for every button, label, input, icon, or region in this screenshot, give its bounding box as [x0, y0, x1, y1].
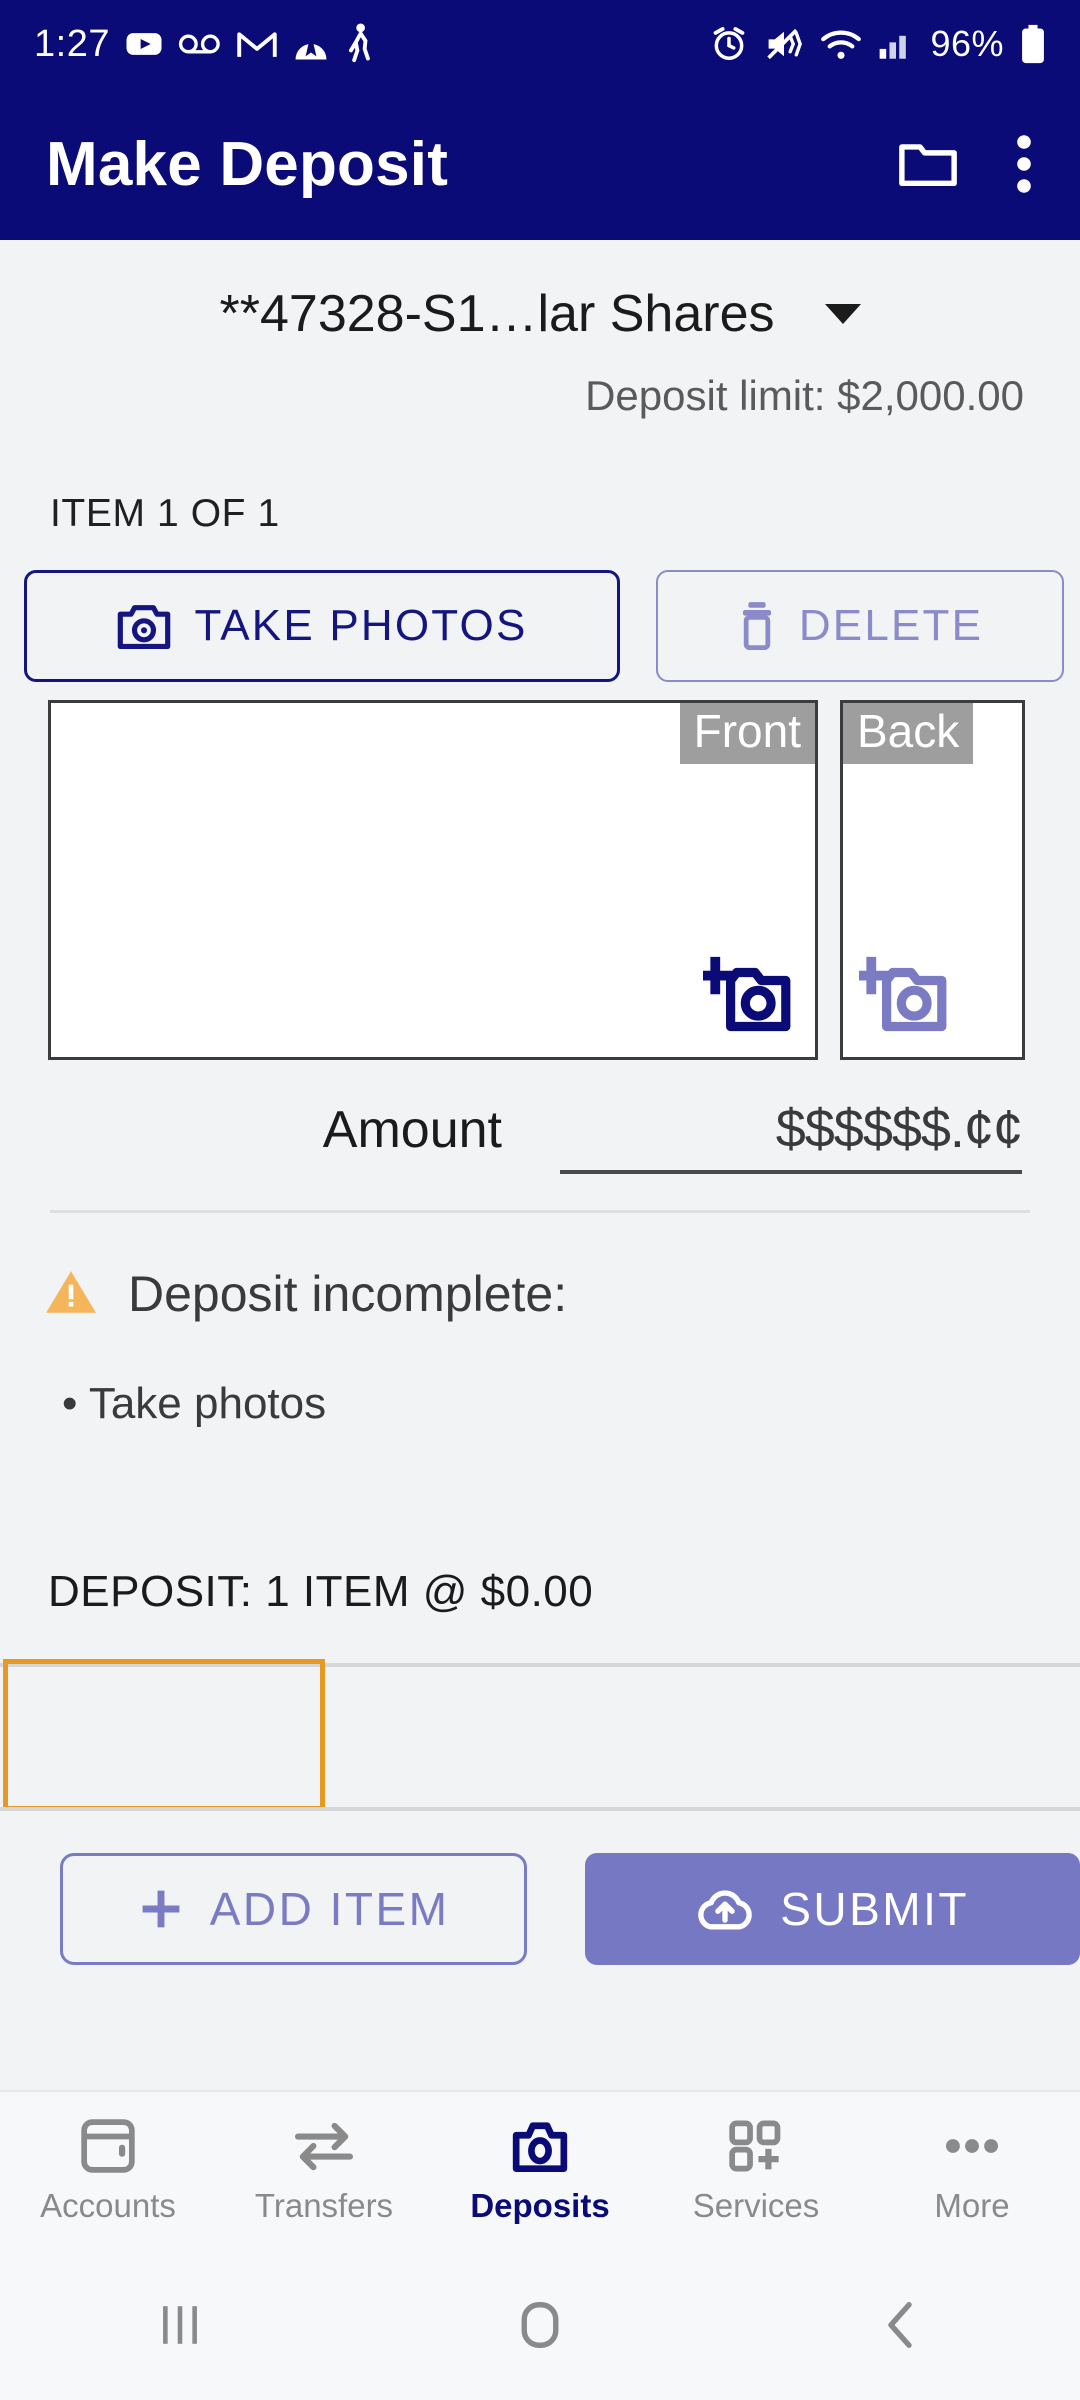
delete-label: DELETE — [798, 601, 984, 650]
form-action-row: ADD ITEM SUBMIT — [0, 1811, 1080, 1965]
mute-vibrate-icon — [764, 26, 804, 62]
battery-icon — [1020, 24, 1046, 64]
camera-icon — [118, 605, 171, 650]
item-counter: ITEM 1 OF 1 — [50, 492, 280, 535]
nav-item-accounts[interactable]: Accounts — [0, 2117, 216, 2225]
add-item-button[interactable]: ADD ITEM — [60, 1853, 528, 1965]
item-action-row: TAKE PHOTOS DELETE — [0, 536, 1080, 682]
voicemail-icon — [178, 29, 222, 59]
grid-plus-icon — [729, 2120, 781, 2172]
bottom-navigation: Accounts Transfers Deposits Services Mor… — [0, 2090, 1080, 2250]
nav-label-services: Services — [692, 2187, 820, 2224]
back-tag: Back — [843, 703, 974, 764]
nav-item-transfers[interactable]: Transfers — [216, 2117, 432, 2225]
rounded-square-icon — [521, 2302, 559, 2348]
three-bars-icon — [163, 2306, 197, 2344]
wallet-icon — [81, 2119, 135, 2173]
alarm-icon — [710, 25, 748, 63]
status-bar: 1:27 96% — [0, 0, 1080, 88]
trash-icon — [742, 602, 771, 651]
walking-activity-icon — [344, 23, 374, 65]
divider-bottom — [0, 1807, 1080, 1811]
add-item-label: ADD ITEM — [209, 1883, 450, 1935]
cloud-upload-icon — [698, 1890, 752, 1930]
warning-triangle-icon — [44, 1268, 98, 1321]
highlighted-region — [0, 1659, 1080, 1811]
app-bar: Make Deposit — [0, 88, 1080, 240]
amount-label: Amount — [322, 1101, 502, 1159]
status-bar-clock: 1:27 — [34, 22, 110, 65]
front-tag: Front — [679, 703, 815, 764]
wifi-icon — [820, 27, 862, 61]
phone-screen: 1:27 96% Make Deposit **47328-S1…lar Sha… — [0, 0, 1080, 2400]
deposit-limit-label: Deposit limit: $2,000.00 — [585, 372, 1024, 419]
nav-item-deposits[interactable]: Deposits — [432, 2117, 648, 2225]
chevron-down-icon[interactable] — [824, 304, 861, 324]
nav-item-services[interactable]: Services — [648, 2117, 864, 2225]
back-photo-panel[interactable]: Back — [840, 700, 1025, 1060]
nav-label-deposits: Deposits — [470, 2187, 610, 2224]
transfer-arrows-icon — [295, 2122, 353, 2171]
folder-icon[interactable] — [898, 139, 958, 189]
chevron-left-icon — [888, 2302, 912, 2348]
deposit-form: **47328-S1…lar Shares Deposit limit: $2,… — [0, 240, 1080, 2400]
youtube-icon — [124, 24, 164, 64]
page-title: Make Deposit — [46, 129, 449, 199]
front-photo-panel[interactable]: Front — [48, 700, 818, 1060]
amount-row: Amount $$$$$$.¢¢ — [0, 1060, 1080, 1174]
cellular-signal-icon — [878, 27, 914, 61]
nav-label-more: More — [934, 2187, 1010, 2224]
selection-highlight-box[interactable] — [3, 1659, 325, 1811]
nav-item-more[interactable]: More — [864, 2117, 1080, 2225]
amount-placeholder: $$$$$$.¢¢ — [775, 1099, 1023, 1159]
camera-icon — [512, 2122, 568, 2172]
system-navigation-bar — [0, 2250, 1080, 2400]
validation-heading: Deposit incomplete: — [128, 1266, 568, 1322]
submit-label: SUBMIT — [780, 1883, 969, 1935]
delete-button[interactable]: DELETE — [656, 570, 1064, 682]
take-photos-button[interactable]: TAKE PHOTOS — [24, 570, 620, 682]
account-name: **47328-S1…lar Shares — [219, 285, 775, 343]
amount-input[interactable]: $$$$$$.¢¢ — [560, 1098, 1023, 1174]
battery-percent-label: 96% — [930, 23, 1004, 64]
gmail-icon — [236, 27, 278, 61]
validation-item: • Take photos — [62, 1379, 327, 1428]
recents-button[interactable] — [0, 2299, 360, 2351]
submit-button[interactable]: SUBMIT — [585, 1853, 1080, 1965]
deposit-summary: DEPOSIT: 1 ITEM @ $0.00 — [48, 1567, 594, 1616]
plus-icon — [142, 1890, 180, 1928]
validation-header: Deposit incomplete: — [0, 1213, 1080, 1323]
add-a-photo-icon[interactable] — [698, 954, 795, 1039]
ellipsis-icon — [946, 2139, 998, 2153]
take-photos-label: TAKE PHOTOS — [194, 601, 528, 650]
home-button[interactable] — [360, 2298, 720, 2352]
account-selector[interactable]: **47328-S1…lar Shares — [0, 240, 1080, 344]
paramount-plus-icon — [292, 27, 330, 61]
back-button[interactable] — [720, 2298, 1080, 2352]
more-vertical-icon[interactable] — [1014, 134, 1034, 194]
add-a-photo-icon[interactable] — [854, 954, 951, 1039]
nav-label-transfers: Transfers — [254, 2187, 394, 2224]
nav-label-accounts: Accounts — [40, 2187, 176, 2224]
photo-panels: Front Back — [0, 682, 1080, 1060]
